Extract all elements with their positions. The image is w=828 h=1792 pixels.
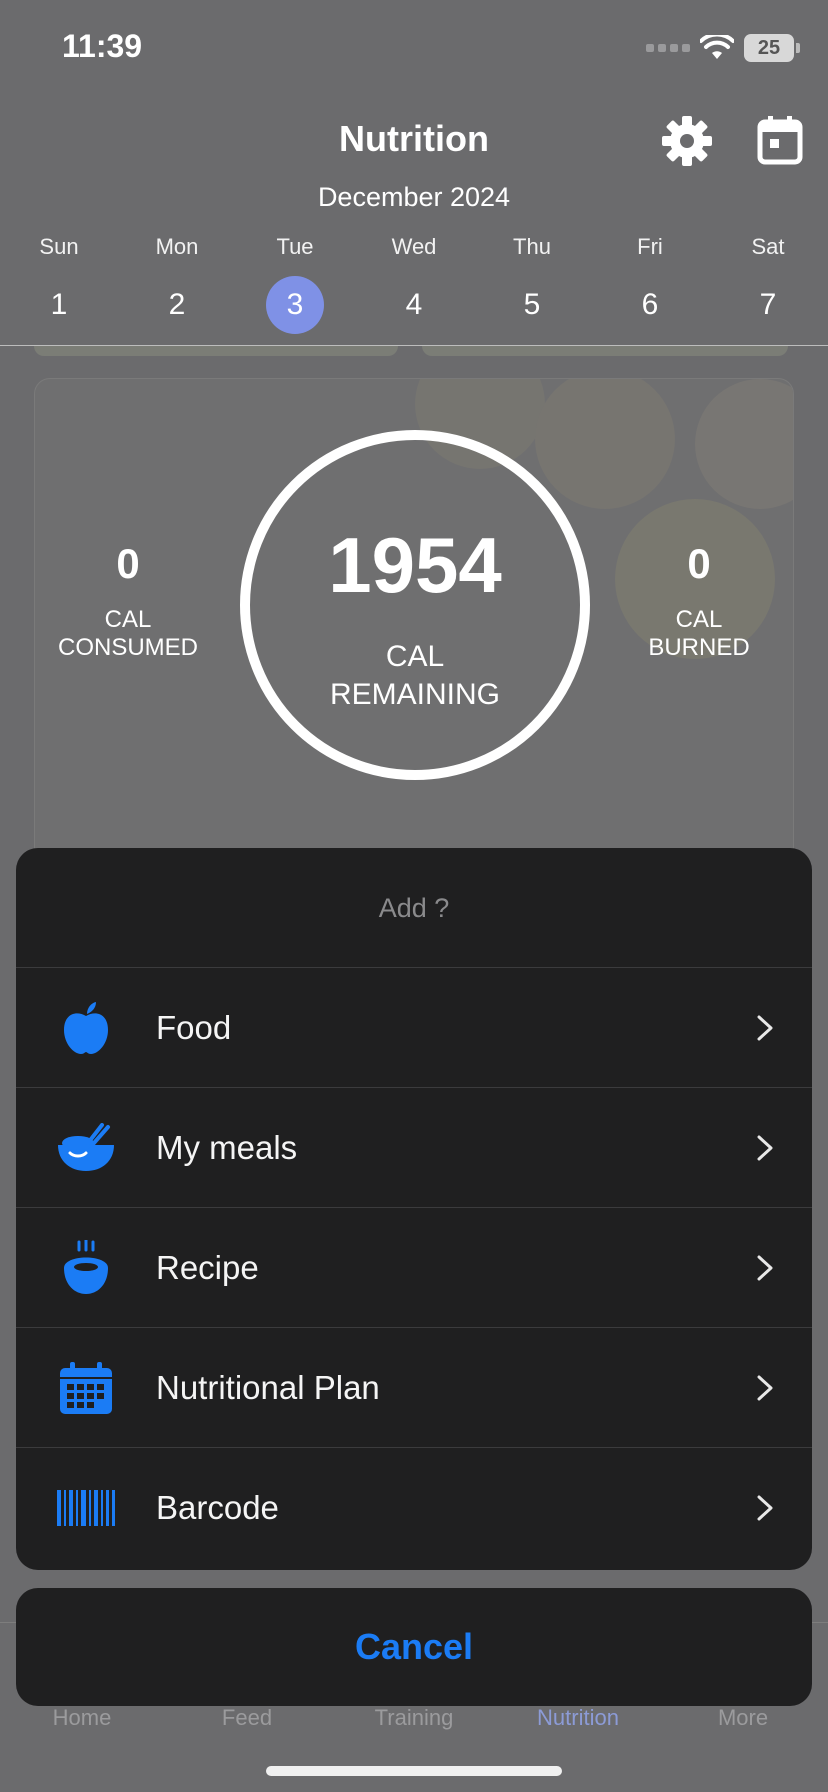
- calendar-icon: [757, 116, 803, 165]
- burned-value: 0: [687, 540, 711, 587]
- barcode-icon: [56, 1478, 116, 1538]
- chevron-right-icon: [757, 1015, 773, 1041]
- chevron-right-icon: [757, 1495, 773, 1521]
- add-barcode-option[interactable]: Barcode: [16, 1448, 812, 1568]
- calories-consumed: 0 CAL CONSUMED: [28, 540, 228, 662]
- month-label: December 2024: [317, 182, 511, 212]
- apple-icon: [56, 998, 116, 1058]
- option-label: Nutritional Plan: [156, 1368, 380, 1406]
- add-action-sheet: Add ? Food My meals Recipe Nutritional P…: [16, 848, 812, 1570]
- day-number: 6: [641, 288, 659, 321]
- add-recipe-option[interactable]: Recipe: [16, 1208, 812, 1328]
- day-name: Thu: [513, 234, 551, 259]
- option-label: Recipe: [156, 1248, 259, 1286]
- day-tue[interactable]: Tue 3: [255, 234, 335, 334]
- remaining-value: 1954: [328, 521, 502, 609]
- status-indicators: 25: [646, 34, 800, 62]
- day-sat[interactable]: Sat 7: [728, 234, 808, 334]
- calories-remaining-ring: 1954 CAL REMAINING: [240, 430, 590, 780]
- chevron-right-icon: [757, 1135, 773, 1161]
- food-decoration: [695, 379, 793, 509]
- calories-burned: 0 CAL BURNED: [599, 540, 799, 662]
- day-name: Fri: [637, 234, 663, 259]
- day-sun[interactable]: Sun 1: [19, 234, 99, 334]
- day-name: Tue: [276, 234, 314, 259]
- week-selector: Sun 1 Mon 2 Tue 3 Wed 4 Thu 5 Fri 6 Sat …: [0, 234, 828, 344]
- day-number: 5: [523, 288, 541, 321]
- wifi-icon: [700, 35, 734, 59]
- consumed-value: 0: [116, 540, 140, 587]
- meal-photo-thumbnail: [34, 346, 398, 356]
- cancel-button[interactable]: Cancel: [16, 1588, 812, 1706]
- day-number: 1: [50, 288, 68, 321]
- steaming-pot-icon: [56, 1238, 116, 1298]
- home-indicator: [266, 1766, 562, 1776]
- tab-home[interactable]: Home: [17, 1705, 147, 1731]
- option-label: Food: [156, 1008, 232, 1046]
- gear-icon: [662, 116, 712, 166]
- tab-feed[interactable]: Feed: [182, 1705, 312, 1731]
- option-label: My meals: [156, 1128, 298, 1166]
- bowl-icon: [56, 1118, 116, 1178]
- add-nutritional-plan-option[interactable]: Nutritional Plan: [16, 1328, 812, 1448]
- add-my-meals-option[interactable]: My meals: [16, 1088, 812, 1208]
- day-name: Sat: [751, 234, 785, 259]
- consumed-label: CAL CONSUMED: [57, 606, 198, 661]
- day-name: Mon: [155, 234, 199, 259]
- day-number: 4: [405, 288, 423, 321]
- food-decoration: [535, 379, 675, 509]
- day-mon[interactable]: Mon 2: [137, 234, 217, 334]
- add-food-option[interactable]: Food: [16, 968, 812, 1088]
- day-number: 7: [759, 288, 777, 321]
- chevron-right-icon: [757, 1375, 773, 1401]
- tab-training[interactable]: Training: [349, 1705, 479, 1731]
- calendar-button[interactable]: [756, 114, 808, 168]
- settings-button[interactable]: [660, 114, 714, 168]
- day-number: 2: [168, 288, 186, 321]
- tab-more[interactable]: More: [678, 1705, 808, 1731]
- day-name: Sun: [39, 234, 79, 259]
- cellular-signal-icon: [646, 44, 690, 52]
- action-sheet-title: Add ?: [16, 848, 812, 968]
- battery-icon: 25: [744, 34, 800, 62]
- day-fri[interactable]: Fri 6: [610, 234, 690, 334]
- day-thu[interactable]: Thu 5: [492, 234, 572, 334]
- remaining-label: CAL REMAINING: [329, 640, 500, 711]
- chevron-right-icon: [757, 1255, 773, 1281]
- day-wed[interactable]: Wed 4: [374, 234, 454, 334]
- day-number-selected: 3: [266, 276, 324, 334]
- day-name: Wed: [391, 234, 437, 259]
- status-time: 11:39: [62, 28, 143, 64]
- tab-nutrition[interactable]: Nutrition: [513, 1705, 643, 1731]
- nutrition-screen: 11:39 25 Nutrition December 2024 Sun 1 M…: [0, 0, 828, 1792]
- meal-photo-thumbnail: [422, 346, 788, 356]
- calendar-grid-icon: [56, 1358, 116, 1418]
- burned-label: CAL BURNED: [648, 606, 750, 661]
- option-label: Barcode: [156, 1489, 279, 1526]
